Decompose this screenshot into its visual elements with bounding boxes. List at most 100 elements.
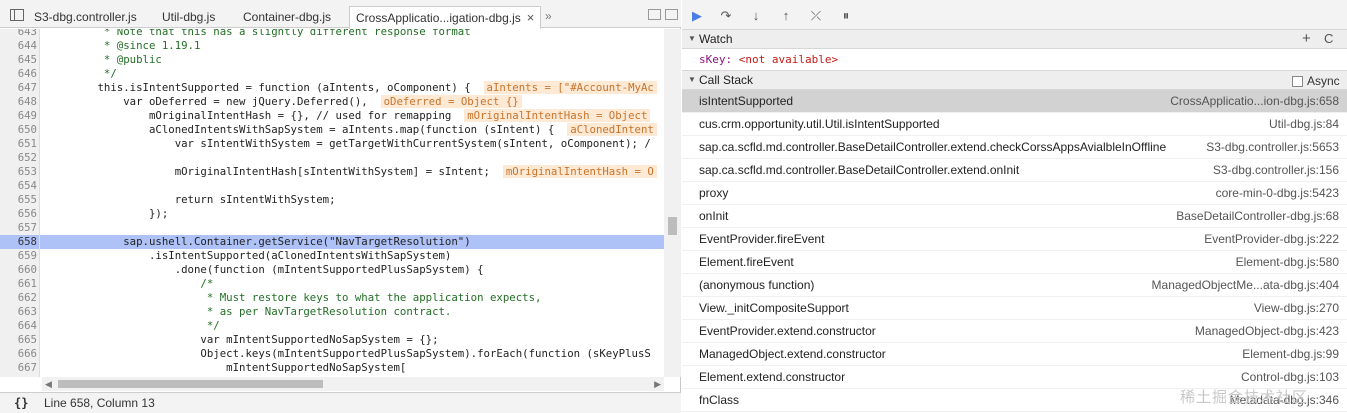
code-line[interactable]: 658 sap.ushell.Container.getService("Nav… xyxy=(0,235,664,249)
code-line[interactable]: 662 * Must restore keys to what the appl… xyxy=(0,291,664,305)
call-frame-location[interactable]: S3-dbg.controller.js:156 xyxy=(1213,159,1339,182)
code-line[interactable]: 644 * @since 1.19.1 xyxy=(0,39,664,53)
code-line[interactable]: 660 .done(function (mIntentSupportedPlus… xyxy=(0,263,664,277)
code-line[interactable]: 666 Object.keys(mIntentSupportedPlusSapS… xyxy=(0,347,664,361)
deactivate-breakpoints-icon[interactable]: ⤫ xyxy=(807,8,825,24)
code-line[interactable]: 661 /* xyxy=(0,277,664,291)
code-line[interactable]: 656 }); xyxy=(0,207,664,221)
debugger-toggle-icon[interactable] xyxy=(665,9,678,20)
async-checkbox[interactable]: Async xyxy=(1292,72,1340,90)
line-number[interactable]: 660 xyxy=(0,263,40,277)
scroll-left-icon[interactable]: ◀ xyxy=(45,379,52,390)
pause-on-exceptions-icon[interactable]: ⏸ xyxy=(837,8,855,24)
tab-container-dbg[interactable]: Container-dbg.js xyxy=(243,6,331,28)
line-number[interactable]: 666 xyxy=(0,347,40,361)
line-number[interactable]: 653 xyxy=(0,165,40,179)
line-number[interactable]: 657 xyxy=(0,221,40,235)
call-frame-location[interactable]: Element-dbg.js:580 xyxy=(1236,251,1339,274)
refresh-icon[interactable]: C xyxy=(1324,30,1333,48)
line-number[interactable]: 649 xyxy=(0,109,40,123)
code-line[interactable]: 649 mOriginalIntentHash = {}, // used fo… xyxy=(0,109,664,123)
line-number[interactable]: 656 xyxy=(0,207,40,221)
call-frame-location[interactable]: Util-dbg.js:84 xyxy=(1269,113,1339,136)
resume-icon[interactable]: ▶ xyxy=(688,8,706,24)
call-frame[interactable]: isIntentSupported CrossApplicatio...ion-d… xyxy=(682,90,1347,113)
call-frame[interactable]: ManagedObject.extend.constructor Element-… xyxy=(682,343,1347,366)
line-number[interactable]: 644 xyxy=(0,39,40,53)
call-frame[interactable]: (anonymous function) ManagedObjectMe...at… xyxy=(682,274,1347,297)
call-frame-location[interactable]: ManagedObject-dbg.js:423 xyxy=(1195,320,1339,343)
line-number[interactable]: 661 xyxy=(0,277,40,291)
line-number[interactable]: 654 xyxy=(0,179,40,193)
call-frame[interactable]: EventProvider.extend.constructor ManagedO… xyxy=(682,320,1347,343)
code-line[interactable]: 652 xyxy=(0,151,664,165)
call-frame[interactable]: onInit BaseDetailController-dbg.js:68 xyxy=(682,205,1347,228)
pretty-print-button[interactable]: {} xyxy=(14,393,28,413)
line-number[interactable]: 664 xyxy=(0,319,40,333)
line-number[interactable]: 668 xyxy=(0,375,40,377)
step-out-icon[interactable]: ↑ xyxy=(777,8,795,24)
tab-s3-dbg-controller[interactable]: S3-dbg.controller.js xyxy=(34,6,137,28)
code-line[interactable]: 645 * @public xyxy=(0,53,664,67)
scroll-right-icon[interactable]: ▶ xyxy=(654,379,661,390)
line-number[interactable]: 646 xyxy=(0,67,40,81)
call-frame-location[interactable]: View-dbg.js:270 xyxy=(1254,297,1339,320)
call-frame-location[interactable]: ManagedObjectMe...ata-dbg.js:404 xyxy=(1152,274,1339,297)
close-icon[interactable]: × xyxy=(527,10,535,25)
line-number[interactable]: 658 xyxy=(0,235,40,249)
split-view-icon[interactable] xyxy=(648,9,661,20)
line-number[interactable]: 645 xyxy=(0,53,40,67)
code-line[interactable]: 643 * Note that this has a slightly diff… xyxy=(0,29,664,39)
call-frame-location[interactable]: S3-dbg.controller.js:5653 xyxy=(1206,136,1339,159)
tab-util-dbg[interactable]: Util-dbg.js xyxy=(162,6,215,28)
line-number[interactable]: 648 xyxy=(0,95,40,109)
call-frame-location[interactable]: CrossApplicatio...ion-dbg.js:658 xyxy=(1170,90,1339,113)
call-frame-location[interactable]: Element-dbg.js:99 xyxy=(1242,343,1339,366)
code-line[interactable]: 665 var mIntentSupportedNoSapSystem = {}… xyxy=(0,333,664,347)
code-line[interactable]: 655 return sIntentWithSystem; xyxy=(0,193,664,207)
horizontal-scrollbar[interactable]: ◀ ▶ xyxy=(42,377,664,391)
call-frame[interactable]: sap.ca.scfld.md.controller.BaseDetailCon… xyxy=(682,136,1347,159)
line-number[interactable]: 667 xyxy=(0,361,40,375)
code-line[interactable]: 659 .isIntentSupported(aClonedIntentsWit… xyxy=(0,249,664,263)
call-frame[interactable]: EventProvider.fireEvent EventProvider-dbg… xyxy=(682,228,1347,251)
code-line[interactable]: 667 mIntentSupportedNoSapSystem[ xyxy=(0,361,664,375)
line-number[interactable]: 650 xyxy=(0,123,40,137)
code-line[interactable]: 653 mOriginalIntentHash[sIntentWithSyste… xyxy=(0,165,664,179)
call-stack-section-header[interactable]: ▼ Call Stack Async xyxy=(682,70,1347,90)
line-number[interactable]: 662 xyxy=(0,291,40,305)
call-frame[interactable]: proxy core-min-0-dbg.js:5423 xyxy=(682,182,1347,205)
step-into-icon[interactable]: ↓ xyxy=(747,8,765,24)
call-frame[interactable]: cus.crm.opportunity.util.Util.isIntentSu… xyxy=(682,113,1347,136)
add-watch-icon[interactable]: + xyxy=(1302,30,1311,48)
line-number[interactable]: 652 xyxy=(0,151,40,165)
code-line[interactable]: 664 */ xyxy=(0,319,664,333)
tab-crossapplication-navigation-dbg[interactable]: CrossApplicatio...igation-dbg.js × xyxy=(349,6,542,29)
code-line[interactable]: 647 this.isIntentSupported = function (a… xyxy=(0,81,664,95)
code-line[interactable]: 651 var sIntentWithSystem = getTargetWit… xyxy=(0,137,664,151)
line-number[interactable]: 647 xyxy=(0,81,40,95)
call-frame[interactable]: Element.fireEvent Element-dbg.js:580 xyxy=(682,251,1347,274)
navigator-toggle-icon[interactable] xyxy=(10,9,24,21)
line-number[interactable]: 643 xyxy=(0,29,40,39)
line-number[interactable]: 665 xyxy=(0,333,40,347)
scrollbar-thumb[interactable] xyxy=(668,217,677,235)
line-number[interactable]: 655 xyxy=(0,193,40,207)
vertical-scrollbar[interactable] xyxy=(664,29,681,377)
checkbox-icon[interactable] xyxy=(1292,76,1303,87)
line-number[interactable]: 651 xyxy=(0,137,40,151)
watch-section-header[interactable]: ▼ Watch + C xyxy=(682,29,1347,49)
line-number[interactable]: 663 xyxy=(0,305,40,319)
code-line[interactable]: 648 var oDeferred = new jQuery.Deferred(… xyxy=(0,95,664,109)
more-tabs-icon[interactable]: » xyxy=(545,9,552,23)
call-frame-location[interactable]: BaseDetailController-dbg.js:68 xyxy=(1176,205,1339,228)
line-number[interactable]: 659 xyxy=(0,249,40,263)
code-line[interactable]: 657 xyxy=(0,221,664,235)
code-editor[interactable]: 643 * Note that this has a slightly diff… xyxy=(0,29,664,377)
call-frame[interactable]: sap.ca.scfld.md.controller.BaseDetailCon… xyxy=(682,159,1347,182)
code-line[interactable]: 646 */ xyxy=(0,67,664,81)
step-over-icon[interactable]: ↷ xyxy=(717,8,735,24)
scrollbar-thumb[interactable] xyxy=(58,380,323,388)
call-frame-location[interactable]: core-min-0-dbg.js:5423 xyxy=(1216,182,1339,205)
code-line[interactable]: 654 xyxy=(0,179,664,193)
